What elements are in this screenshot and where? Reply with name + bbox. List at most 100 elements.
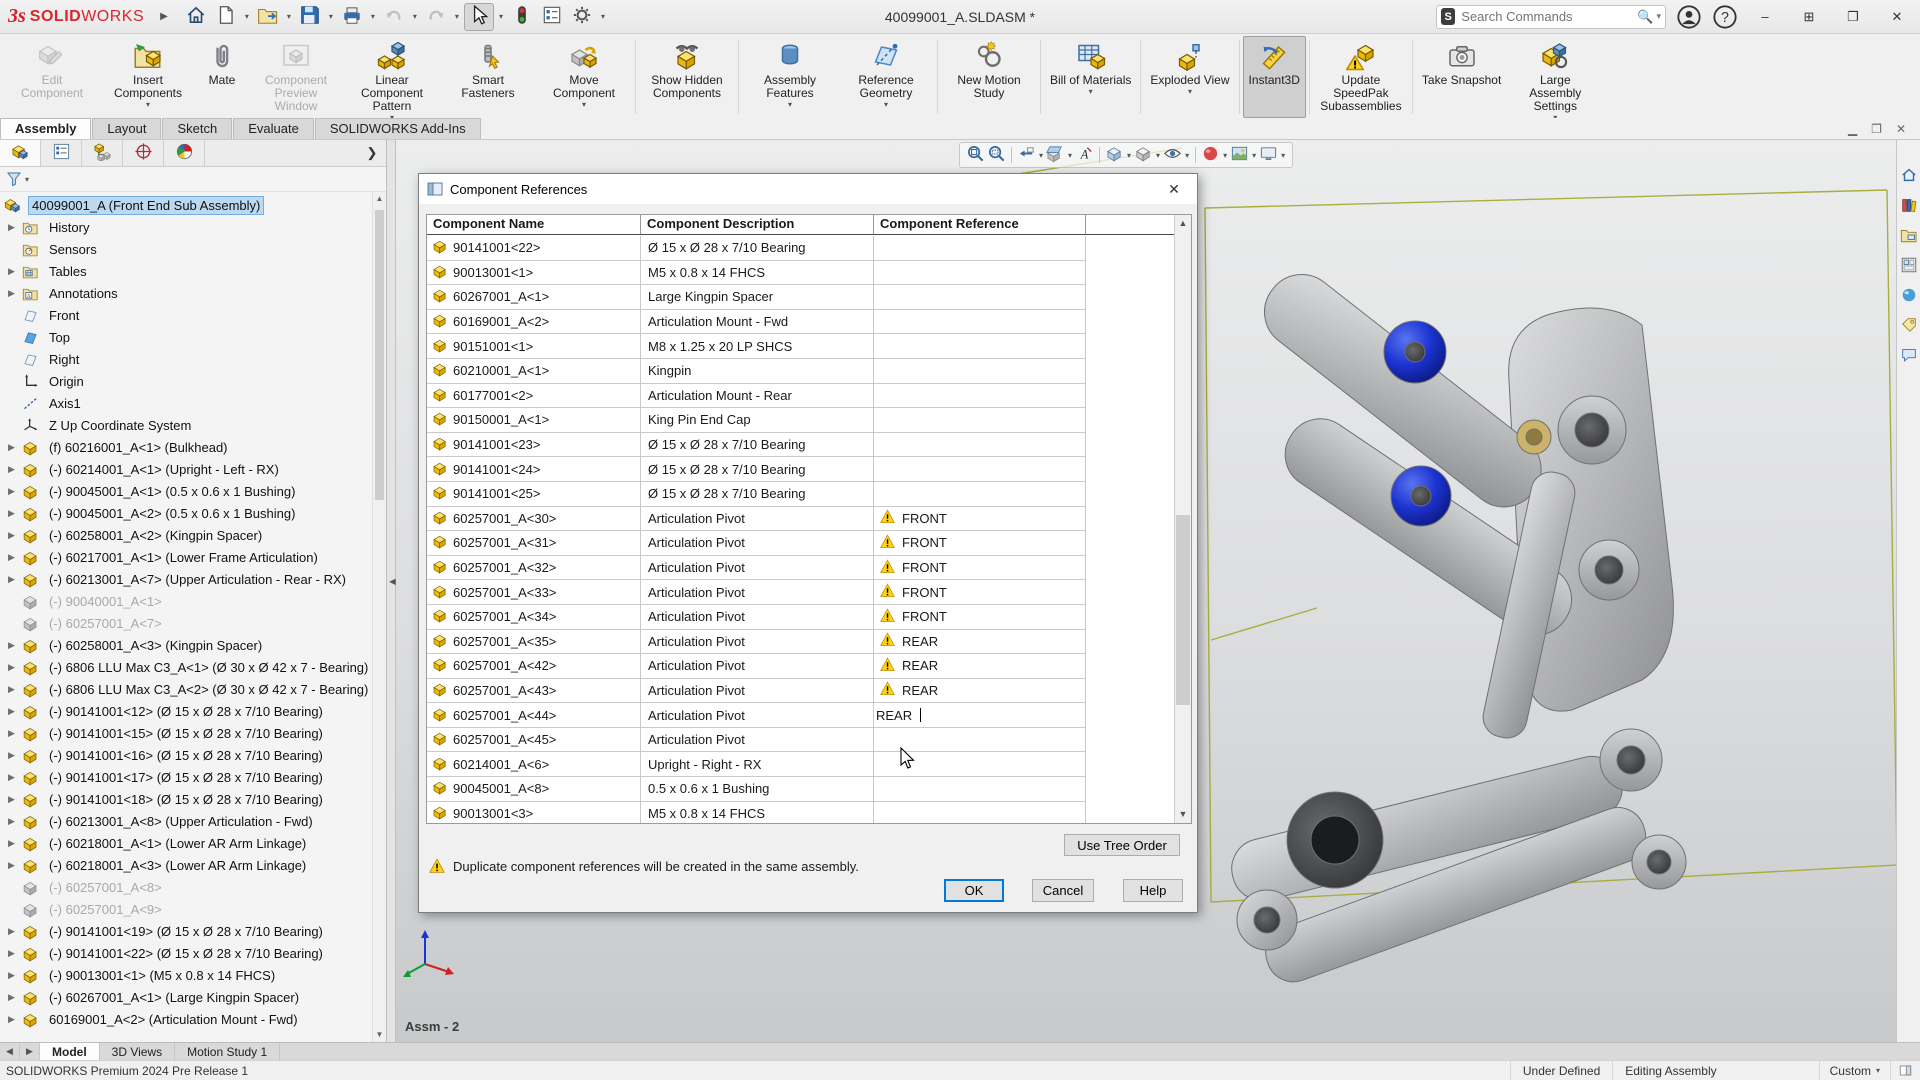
- component-description-cell[interactable]: Articulation Pivot: [641, 580, 874, 604]
- component-description-cell[interactable]: Upright - Right - RX: [641, 752, 874, 776]
- custom-dropdown-icon[interactable]: ▾: [1876, 1066, 1880, 1075]
- tree-expand-icon[interactable]: ▶: [8, 574, 22, 585]
- tree-item[interactable]: ▶(-) 60217001_A<1> (Lower Frame Articula…: [0, 546, 372, 568]
- doc-restore-icon[interactable]: ❐: [1871, 122, 1882, 136]
- tree-item[interactable]: Right: [0, 348, 372, 370]
- tab-evaluate[interactable]: Evaluate: [233, 118, 314, 139]
- component-reference-cell[interactable]: [874, 261, 1086, 285]
- tree-item[interactable]: ▶(-) 90141001<17> (Ø 15 x Ø 28 x 7/10 Be…: [0, 766, 372, 788]
- tree-item[interactable]: ▶(-) 60214001_A<1> (Upright - Left - RX): [0, 458, 372, 480]
- table-row[interactable]: 60257001_A<33>Articulation PivotFRONT: [427, 580, 1086, 605]
- tree-expand-icon[interactable]: ▶: [8, 772, 22, 783]
- zoom-to-fit-button[interactable]: [966, 144, 985, 166]
- tree-expand-icon[interactable]: ▶: [8, 552, 22, 563]
- redo-button[interactable]: [422, 3, 450, 31]
- appearances-tab[interactable]: [1900, 286, 1918, 307]
- assembly-features-button[interactable]: Assembly Features▾: [742, 36, 838, 118]
- tree-item[interactable]: ▶History: [0, 216, 372, 238]
- filter-caret-icon[interactable]: ▾: [25, 175, 29, 184]
- panel-collapse-icon[interactable]: ◄: [387, 576, 398, 588]
- component-name-cell[interactable]: 60214001_A<6>: [427, 752, 641, 776]
- component-description-cell[interactable]: Ø 15 x Ø 28 x 7/10 Bearing: [641, 433, 874, 457]
- component-reference-cell[interactable]: [874, 457, 1086, 481]
- search-commands-box[interactable]: S 🔍 ▾: [1436, 5, 1666, 29]
- tree-expand-icon[interactable]: ▶: [8, 222, 22, 233]
- dropdown-caret-icon[interactable]: ▾: [1185, 151, 1189, 160]
- tree-item[interactable]: Axis1: [0, 392, 372, 414]
- component-name-cell[interactable]: 90013001<1>: [427, 261, 641, 285]
- dropdown-caret-icon[interactable]: ▾: [884, 101, 888, 109]
- save-dropdown-icon[interactable]: ▾: [326, 12, 336, 21]
- table-scroll-up-icon[interactable]: ▲: [1175, 215, 1191, 232]
- dropdown-caret-icon[interactable]: ▾: [1127, 151, 1131, 160]
- tree-item[interactable]: (-) 60257001_A<8>: [0, 876, 372, 898]
- doc-tab-motion-study-1[interactable]: Motion Study 1: [175, 1043, 280, 1060]
- tree-item[interactable]: ▶(-) 90141001<15> (Ø 15 x Ø 28 x 7/10 Be…: [0, 722, 372, 744]
- tree-item[interactable]: (-) 60257001_A<9>: [0, 898, 372, 920]
- tree-item[interactable]: (-) 90040001_A<1>: [0, 590, 372, 612]
- dropdown-caret-icon[interactable]: ▾: [1188, 88, 1192, 96]
- component-description-cell[interactable]: Articulation Mount - Rear: [641, 384, 874, 408]
- component-reference-cell[interactable]: [874, 802, 1086, 823]
- select-dropdown-icon[interactable]: ▾: [496, 12, 506, 21]
- table-row[interactable]: 60257001_A<31>Articulation PivotFRONT: [427, 531, 1086, 556]
- previous-view-button[interactable]: [1017, 144, 1036, 166]
- tree-item[interactable]: ▶(-) 6806 LLU Max C3_A<2> (Ø 30 x Ø 42 x…: [0, 678, 372, 700]
- tree-expand-icon[interactable]: ▶: [8, 860, 22, 871]
- cancel-button[interactable]: Cancel: [1032, 879, 1094, 902]
- component-reference-cell[interactable]: [874, 777, 1086, 801]
- tab-sketch[interactable]: Sketch: [162, 118, 232, 139]
- table-row[interactable]: 90045001_A<8>0.5 x 0.6 x 1 Bushing: [427, 777, 1086, 802]
- tab-assembly[interactable]: Assembly: [0, 118, 91, 139]
- table-row[interactable]: 60257001_A<42>Articulation PivotREAR: [427, 654, 1086, 679]
- redo-dropdown-icon[interactable]: ▾: [452, 12, 462, 21]
- panel-tab-dimxpertmanager[interactable]: [123, 140, 164, 166]
- table-row[interactable]: 90013001<1>M5 x 0.8 x 14 FHCS: [427, 261, 1086, 286]
- dropdown-caret-icon[interactable]: ▾: [146, 101, 150, 109]
- tree-item[interactable]: Origin: [0, 370, 372, 392]
- home-button[interactable]: [182, 3, 210, 31]
- undo-dropdown-icon[interactable]: ▾: [410, 12, 420, 21]
- dropdown-caret-icon[interactable]: ▾: [788, 101, 792, 109]
- tree-expand-icon[interactable]: ▶: [8, 728, 22, 739]
- component-description-cell[interactable]: Articulation Pivot: [641, 630, 874, 654]
- dropdown-caret-icon[interactable]: ▾: [1223, 151, 1227, 160]
- table-scroll-down-icon[interactable]: ▼: [1175, 806, 1191, 823]
- show-hidden-components-button[interactable]: Show Hidden Components: [639, 36, 735, 118]
- table-row[interactable]: 60177001<2>Articulation Mount - Rear: [427, 384, 1086, 409]
- tree-expand-icon[interactable]: ▶: [8, 750, 22, 761]
- custom-properties-tab[interactable]: [1900, 316, 1918, 337]
- use-tree-order-button[interactable]: Use Tree Order: [1064, 834, 1180, 856]
- select-button[interactable]: [464, 3, 494, 31]
- linear-component-pattern-button[interactable]: Linear Component Pattern▾: [344, 36, 440, 118]
- column-header[interactable]: Component Name: [427, 215, 641, 234]
- tree-expand-icon[interactable]: ▶: [8, 706, 22, 717]
- component-name-cell[interactable]: 90151001<1>: [427, 334, 641, 358]
- tree-item[interactable]: ▶(f) 60216001_A<1> (Bulkhead): [0, 436, 372, 458]
- component-name-cell[interactable]: 90141001<22>: [427, 236, 641, 260]
- new-document-dropdown-icon[interactable]: ▾: [242, 12, 252, 21]
- component-description-cell[interactable]: Articulation Pivot: [641, 605, 874, 629]
- component-name-cell[interactable]: 90141001<23>: [427, 433, 641, 457]
- component-name-cell[interactable]: 90013001<3>: [427, 802, 641, 823]
- tree-expand-icon[interactable]: ▶: [8, 816, 22, 827]
- component-name-cell[interactable]: 90150001_A<1>: [427, 408, 641, 432]
- open-dropdown-icon[interactable]: ▾: [284, 12, 294, 21]
- smart-fasteners-button[interactable]: Smart Fasteners: [440, 36, 536, 118]
- move-component-button[interactable]: Move Component▾: [536, 36, 632, 118]
- dynamic-annotation-button[interactable]: A: [1075, 144, 1094, 166]
- tree-expand-icon[interactable]: ▶: [8, 838, 22, 849]
- tree-expand-icon[interactable]: ▶: [8, 1014, 22, 1025]
- filter-funnel-icon[interactable]: [6, 171, 22, 187]
- tree-expand-icon[interactable]: ▶: [8, 508, 22, 519]
- take-snapshot-button[interactable]: Take Snapshot: [1416, 36, 1507, 118]
- help-icon[interactable]: ?: [1712, 4, 1738, 30]
- table-row[interactable]: 60214001_A<6>Upright - Right - RX: [427, 752, 1086, 777]
- tree-item[interactable]: ▶(-) 60213001_A<8> (Upper Articulation -…: [0, 810, 372, 832]
- component-reference-cell[interactable]: [874, 384, 1086, 408]
- tree-expand-icon[interactable]: ▶: [8, 926, 22, 937]
- login-icon[interactable]: [1676, 4, 1702, 30]
- new-motion-study-button[interactable]: New Motion Study: [941, 36, 1037, 118]
- component-name-cell[interactable]: 60210001_A<1>: [427, 359, 641, 383]
- reference-geometry-button[interactable]: Reference Geometry▾: [838, 36, 934, 118]
